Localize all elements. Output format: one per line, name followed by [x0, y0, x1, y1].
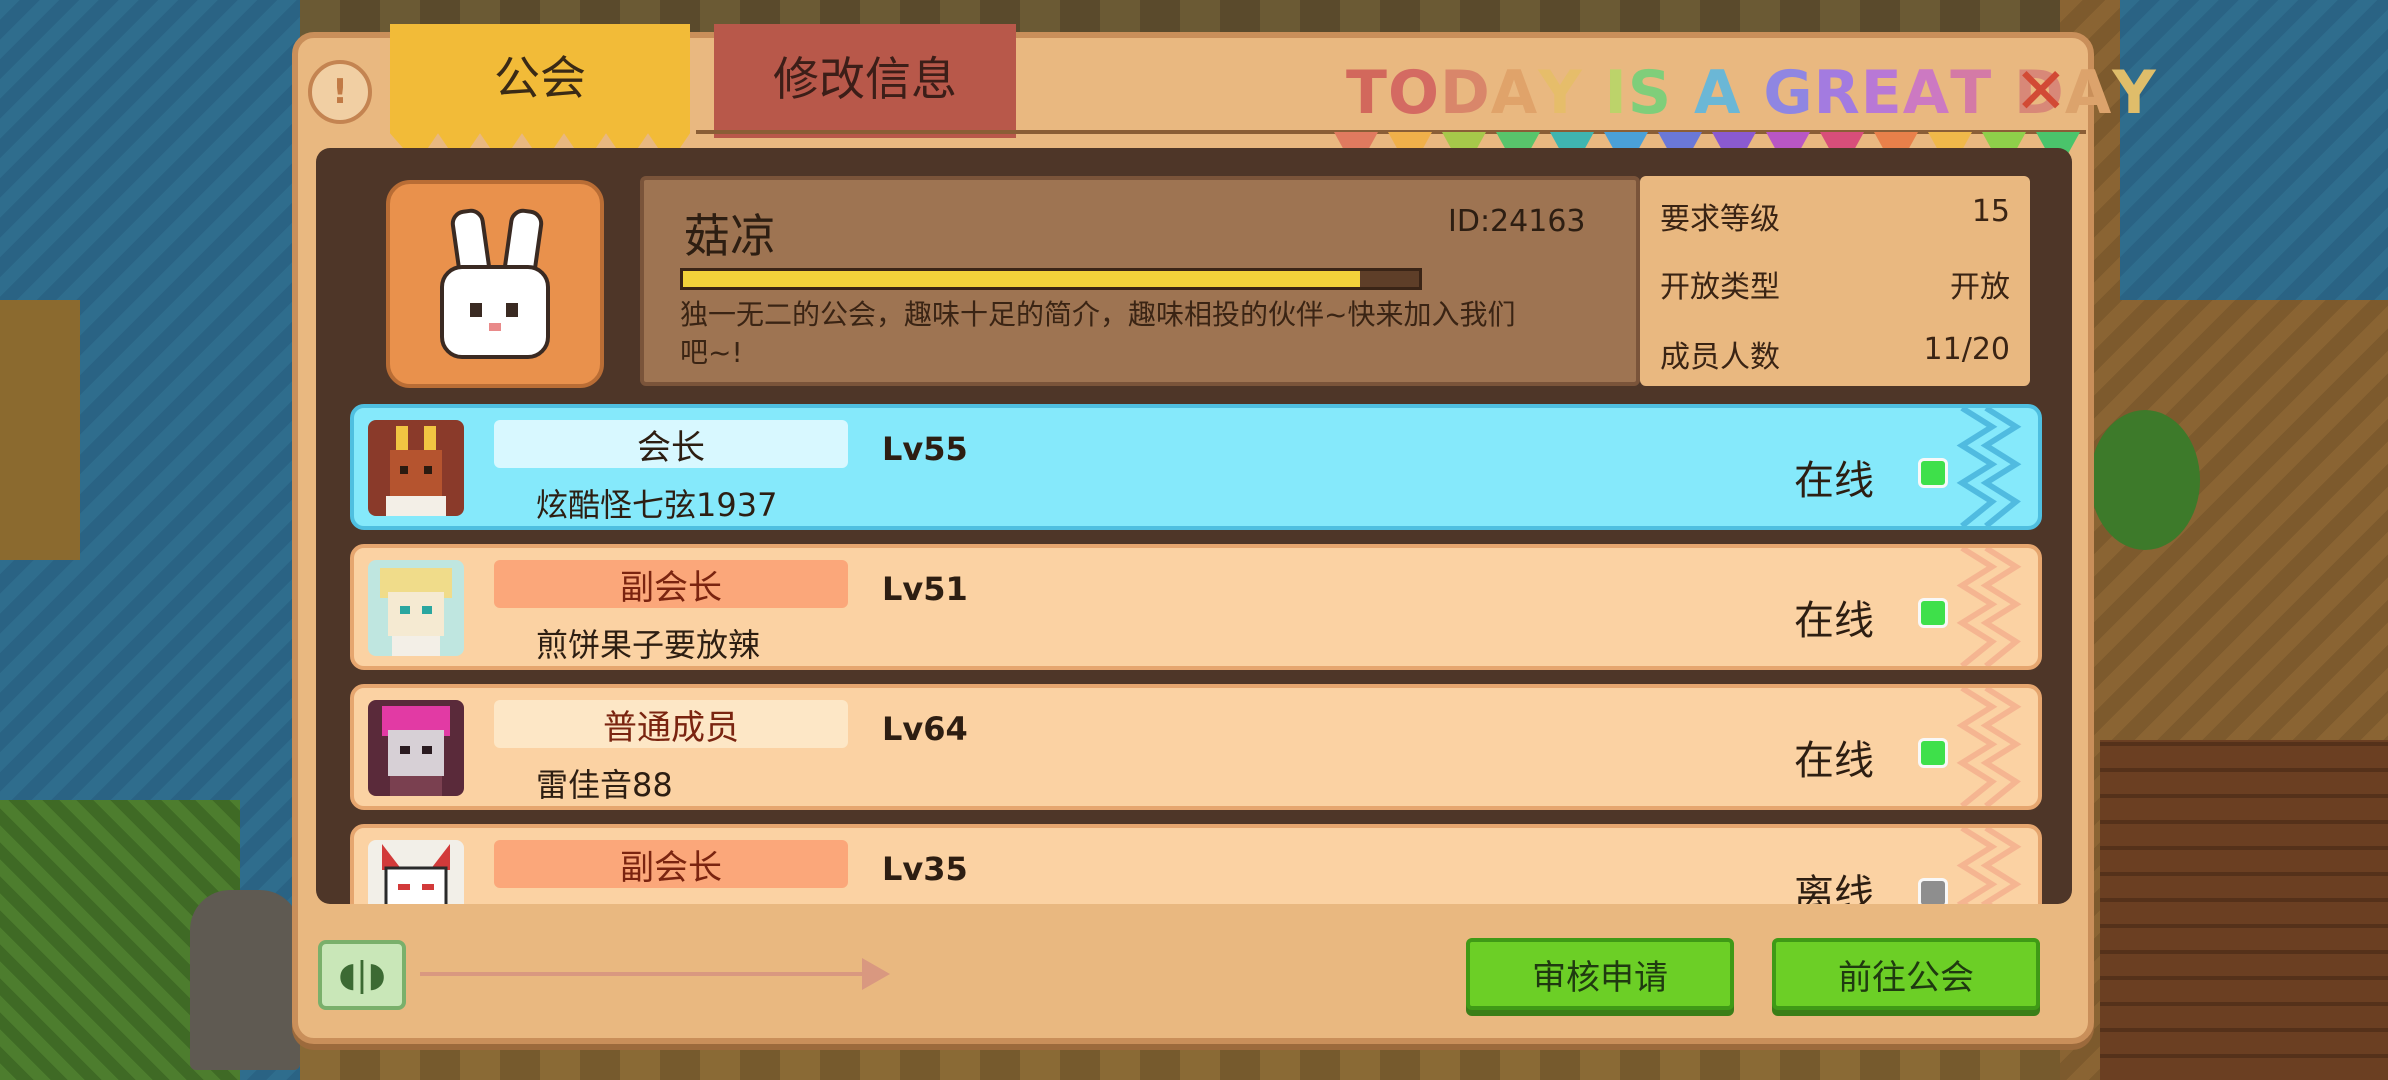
member-list[interactable]: 会长 炫酷怪七弦1937 Lv55 在线 副会长 煎饼果子要放辣 Lv51 在线… [350, 404, 2042, 904]
banner-letter: S [1627, 58, 1673, 128]
banner-letter [1672, 58, 1694, 128]
banner-letter: A [2064, 58, 2113, 128]
online-indicator [1918, 738, 1948, 768]
info-icon[interactable]: ! [308, 60, 372, 124]
go-to-guild-button[interactable]: 前往公会 [1772, 938, 2040, 1010]
review-applications-button[interactable]: 审核申请 [1466, 938, 1734, 1010]
stat-value: 开放 [1950, 270, 2010, 305]
member-role: 副会长 [494, 840, 848, 888]
member-status: 在线 [1794, 598, 1874, 644]
member-avatar [368, 420, 464, 516]
banner-letter: G [1763, 58, 1814, 128]
guild-description: 独一无二的公会，趣味十足的简介，趣味相投的伙伴~快来加入我们吧~! [680, 298, 1516, 369]
stat-member-count: 成员人数 11/20 [1660, 332, 2010, 376]
guild-id: ID:24163 [1448, 204, 1586, 239]
lion-statue [190, 890, 300, 1070]
zigzag-decoration-icon [1956, 548, 2022, 666]
member-row[interactable]: 普通成员 雷佳音88 Lv64 在线 [350, 684, 2042, 810]
guild-exp-fill [683, 271, 1361, 287]
shore-left [0, 300, 80, 560]
member-row[interactable]: 副会长 Lv35 离线 [350, 824, 2042, 904]
banner-letter: A [1490, 58, 1539, 128]
guild-exp-bar [680, 268, 1422, 290]
member-role: 副会长 [494, 560, 848, 608]
banner-letter: O [1387, 58, 1440, 128]
banner-letter: R [1813, 58, 1861, 128]
banner-letter: T [1346, 58, 1388, 128]
ground-bottom [300, 1040, 2060, 1080]
banner-letter: A [1902, 58, 1951, 128]
river-water-right [2120, 0, 2388, 300]
offline-indicator [1918, 878, 1948, 904]
member-role: 普通成员 [494, 700, 848, 748]
member-role: 会长 [494, 420, 848, 468]
stat-label: 开放类型 [1660, 270, 1780, 305]
member-level: Lv51 [882, 570, 968, 608]
member-avatar [368, 560, 464, 656]
banner-letter: Y [1538, 58, 1583, 128]
zigzag-decoration-icon [1956, 408, 2022, 526]
stat-label: 成员人数 [1660, 340, 1780, 375]
wooden-deck [2100, 740, 2388, 1080]
arrow-decoration [420, 972, 880, 976]
guild-emblem [386, 180, 604, 388]
tab-edit-info[interactable]: 修改信息 [714, 24, 1016, 138]
stat-required-level: 要求等级 15 [1660, 194, 2010, 238]
stat-label: 要求等级 [1660, 202, 1780, 237]
online-indicator [1918, 598, 1948, 628]
bush [2090, 410, 2200, 550]
member-status: 在线 [1794, 458, 1874, 504]
zigzag-decoration-icon [1956, 688, 2022, 806]
bunny-emblem-icon [440, 206, 550, 359]
close-x-icon[interactable]: ✕ [2014, 60, 2068, 124]
member-level: Lv35 [882, 850, 968, 888]
member-name: 煎饼果子要放辣 [536, 626, 761, 664]
member-level: Lv55 [882, 430, 968, 468]
chat-voice-icon[interactable]: ◖|◗ [318, 940, 406, 1010]
member-name: 炫酷怪七弦1937 [536, 486, 778, 524]
banner-letter: E [1860, 58, 1903, 128]
banner-letter: A [1693, 58, 1742, 128]
member-level: Lv64 [882, 710, 968, 748]
online-indicator [1918, 458, 1948, 488]
guild-name: 菇凉 [684, 209, 776, 263]
stat-value: 11/20 [1923, 332, 2010, 367]
banner-letter: T [1950, 58, 1993, 128]
zigzag-decoration-icon [1956, 828, 2022, 904]
member-avatar [368, 700, 464, 796]
banner-letter: D [1439, 58, 1491, 128]
member-status: 在线 [1794, 738, 1874, 784]
banner-letter [1583, 58, 1605, 128]
member-avatar [368, 840, 464, 904]
banner-letter: Y [2112, 58, 2157, 128]
stat-open-type: 开放类型 开放 [1660, 262, 2010, 306]
member-row[interactable]: 副会长 煎饼果子要放辣 Lv51 在线 [350, 544, 2042, 670]
banner-letter [1992, 58, 2014, 128]
member-status: 离线 [1794, 872, 1874, 904]
banner-letter [1741, 58, 1763, 128]
arrow-head-icon [862, 958, 890, 990]
member-row[interactable]: 会长 炫酷怪七弦1937 Lv55 在线 [350, 404, 2042, 530]
stat-value: 15 [1971, 194, 2010, 229]
guild-stats: 要求等级 15 开放类型 开放 成员人数 11/20 [1640, 176, 2030, 386]
banner-letter: I [1604, 58, 1628, 128]
member-name: 雷佳音88 [536, 766, 673, 804]
